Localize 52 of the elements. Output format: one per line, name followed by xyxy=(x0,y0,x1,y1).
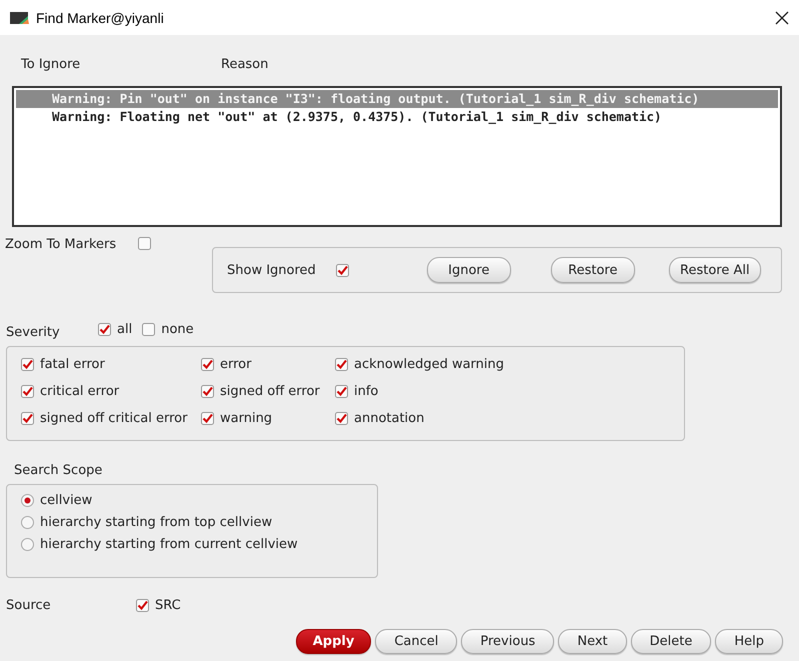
checkbox[interactable] xyxy=(21,358,34,371)
checkbox-label: critical error xyxy=(40,384,120,399)
radio-button[interactable] xyxy=(21,494,34,507)
column-header: To Ignore xyxy=(21,57,82,74)
checkbox[interactable] xyxy=(335,385,348,398)
dialog-button[interactable]: Apply xyxy=(296,629,372,654)
dialog-button[interactable]: Next xyxy=(558,629,627,654)
dialog-button[interactable]: Help xyxy=(715,629,783,654)
radio-label: cellview xyxy=(40,493,92,508)
list-button[interactable]: Ignore xyxy=(426,257,511,283)
close-icon[interactable] xyxy=(775,10,789,24)
checkbox[interactable] xyxy=(335,358,348,371)
checkbox[interactable] xyxy=(335,412,348,425)
checkbox-label: signed off error xyxy=(220,384,320,399)
radio-button[interactable] xyxy=(21,516,34,529)
window-title: Find Marker@yiyanli xyxy=(36,10,165,26)
checkbox[interactable] xyxy=(98,323,111,336)
checkbox-label: SRC xyxy=(155,598,181,613)
column-header: Reason xyxy=(221,57,268,74)
scope-label: Search Scope xyxy=(14,463,104,478)
show-ignored-label: Show Ignored xyxy=(227,262,316,278)
dialog-button[interactable]: Delete xyxy=(630,629,712,654)
app-icon xyxy=(10,10,30,26)
checkbox-label: annotation xyxy=(354,411,424,426)
checkbox[interactable] xyxy=(21,412,34,425)
checkbox[interactable] xyxy=(201,358,214,371)
checkbox-label: none xyxy=(161,322,194,337)
checkbox[interactable] xyxy=(142,323,156,336)
marker-row[interactable]: Warning: Floating net "out" at (2.9375, 0.4375). (Tutorial_1 sim_R_div schematic) xyxy=(16,108,778,126)
dialog-button[interactable]: Previous xyxy=(461,629,554,654)
checkbox[interactable] xyxy=(136,599,149,612)
checkbox-label: signed off critical error xyxy=(40,411,188,426)
list-button[interactable]: Restore All xyxy=(668,257,761,283)
dialog-button[interactable]: Cancel xyxy=(375,629,458,654)
list-button[interactable]: Restore xyxy=(550,257,635,283)
checkbox[interactable] xyxy=(336,264,349,276)
checkbox-label: acknowledged warning xyxy=(354,357,504,372)
source-label: Source xyxy=(6,598,52,613)
checkbox[interactable] xyxy=(201,385,214,398)
zoom-label: Zoom To Markers xyxy=(5,237,116,252)
checkbox[interactable] xyxy=(21,385,34,398)
radio-button[interactable] xyxy=(21,538,34,551)
radio-label: hierarchy starting from top cellview xyxy=(40,515,272,530)
checkbox-label: warning xyxy=(220,411,272,426)
checkbox[interactable] xyxy=(138,237,152,250)
checkbox-label: info xyxy=(354,384,378,399)
checkbox[interactable] xyxy=(201,412,214,425)
severity-label: Severity xyxy=(6,325,61,340)
checkbox-label: all xyxy=(117,322,132,337)
checkbox-label: fatal error xyxy=(40,357,105,372)
radio-label: hierarchy starting from current cellview xyxy=(40,537,298,552)
checkbox-label: error xyxy=(220,357,252,372)
